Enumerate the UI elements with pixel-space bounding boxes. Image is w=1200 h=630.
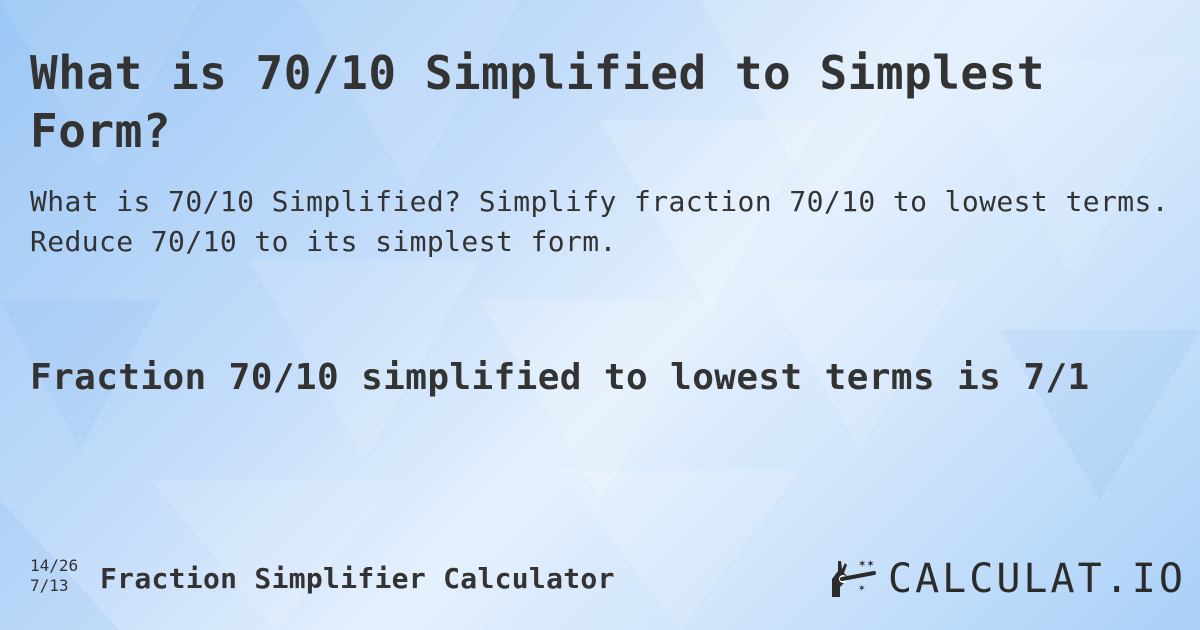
footer-fraction-example: 14/26 7/13 — [30, 556, 78, 596]
svg-text:✶✶: ✶✶ — [858, 559, 875, 570]
page-description: What is 70/10 Simplified? Simplify fract… — [30, 185, 1169, 258]
calculat-io-logo[interactable]: ✶✶ ✶ CALCULAT.IO — [828, 556, 1186, 602]
answer-text: Fraction 70/10 simplified to lowest term… — [30, 357, 1090, 398]
hand-magic-wand-icon: ✶✶ ✶ — [832, 559, 876, 597]
page-title: What is 70/10 Simplified to Simplest For… — [30, 46, 1045, 158]
fraction-top: 14/26 — [30, 556, 79, 575]
page-content: What is 70/10 Simplified to Simplest For… — [0, 0, 1200, 630]
calculator-name: Fraction Simplifier Calculator — [100, 562, 615, 595]
svg-text:✶: ✶ — [858, 584, 866, 594]
logo-text: CALCULAT.IO — [888, 556, 1186, 602]
fraction-bottom: 7/13 — [30, 576, 69, 595]
